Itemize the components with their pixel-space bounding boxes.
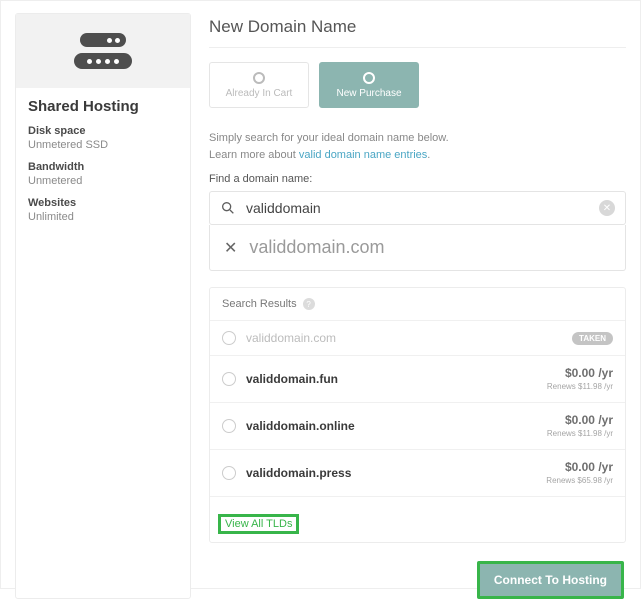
clear-search-icon[interactable]: ✕	[599, 200, 615, 216]
divider	[209, 47, 626, 48]
plan-card: Shared Hosting Disk space Unmetered SSD Ba…	[15, 13, 191, 599]
tab-already-in-cart[interactable]: Already In Cart	[209, 62, 309, 108]
info-icon[interactable]: ?	[303, 298, 315, 310]
result-price: $0.00 /yrRenews $65.98 /yr	[546, 460, 613, 486]
radio-icon	[222, 419, 236, 433]
spec-label: Websites	[28, 197, 178, 209]
plan-illustration	[16, 14, 190, 88]
result-row[interactable]: validdomain.store$0.00 /yrRenews $50.98 …	[210, 497, 625, 506]
spec-value: Unlimited	[28, 211, 178, 223]
result-row[interactable]: validdomain.press $0.00 /yrRenews $65.98 …	[210, 450, 625, 497]
server-icon	[74, 33, 132, 69]
spec-label: Bandwidth	[28, 161, 178, 173]
purchase-tabs: Already In Cart New Purchase	[209, 62, 626, 108]
connect-to-hosting-button[interactable]: Connect To Hosting	[477, 561, 624, 599]
result-row[interactable]: validdomain.fun $0.00 /yrRenews $11.98 /y…	[210, 356, 625, 403]
tab-label: New Purchase	[336, 88, 401, 99]
help-text: Simply search for your ideal domain name…	[209, 130, 626, 163]
result-domain-name: validdomain.fun	[246, 372, 537, 386]
radio-icon	[222, 466, 236, 480]
results-list[interactable]: validdomain.com TAKEN validdomain.fun $0.00…	[210, 320, 625, 506]
remove-chosen-icon[interactable]: ✕	[224, 238, 237, 258]
radio-icon	[363, 72, 375, 84]
result-row[interactable]: validdomain.com TAKEN	[210, 321, 625, 356]
spec-value: Unmetered SSD	[28, 139, 178, 151]
result-domain-name: validdomain.online	[246, 419, 537, 433]
result-domain-name: validdomain.press	[246, 466, 536, 480]
results-title: Search Results ?	[210, 298, 625, 320]
result-price: $0.00 /yrRenews $11.98 /yr	[547, 413, 613, 439]
result-row[interactable]: validdomain.online $0.00 /yrRenews $11.98…	[210, 403, 625, 450]
plan-title: Shared Hosting	[28, 98, 178, 115]
domain-search-input[interactable]	[246, 200, 589, 216]
page-title: New Domain Name	[209, 13, 626, 47]
main-panel: New Domain Name Already In Cart New Purc…	[209, 13, 626, 599]
chosen-domain-row: ✕ validdomain.com	[209, 225, 626, 271]
radio-icon	[222, 331, 236, 345]
valid-entries-link[interactable]: valid domain name entries	[299, 149, 427, 161]
result-price: $0.00 /yrRenews $11.98 /yr	[547, 366, 613, 392]
radio-icon	[222, 372, 236, 386]
view-all-tlds-link[interactable]: View All TLDs	[218, 514, 299, 534]
domain-search-box: ✕	[209, 191, 626, 225]
taken-badge: TAKEN	[572, 332, 613, 345]
search-label: Find a domain name:	[209, 173, 626, 185]
search-icon	[220, 200, 236, 216]
tab-label: Already In Cart	[226, 88, 293, 99]
result-domain-name: validdomain.com	[246, 331, 562, 345]
spec-value: Unmetered	[28, 175, 178, 187]
spec-label: Disk space	[28, 125, 178, 137]
search-results-card: Search Results ? validdomain.comTAKENval…	[209, 287, 626, 543]
radio-icon	[253, 72, 265, 84]
chosen-domain-text: validdomain.com	[249, 237, 384, 258]
tab-new-purchase[interactable]: New Purchase	[319, 62, 419, 108]
